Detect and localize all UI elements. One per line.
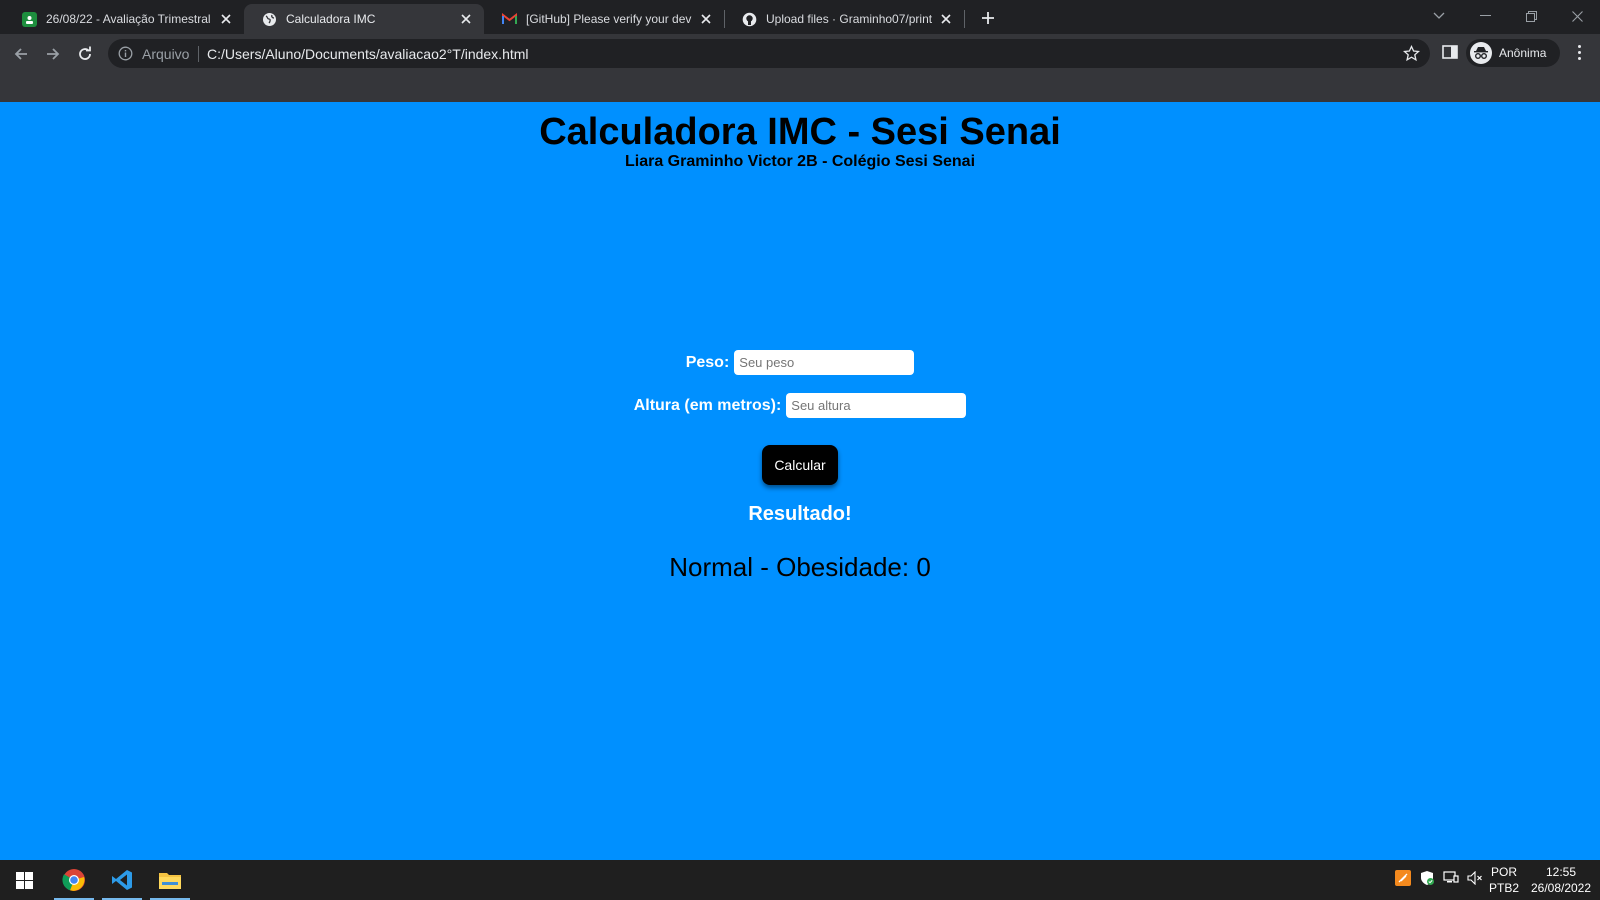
- peso-label: Peso:: [685, 353, 730, 371]
- address-url[interactable]: C:/Users/Aluno/Documents/avaliacao2°T/in…: [207, 46, 529, 62]
- tab-search-chevron-icon[interactable]: [1428, 6, 1450, 26]
- network-icon[interactable]: [1443, 870, 1459, 886]
- profile-label: Anônima: [1499, 46, 1547, 60]
- globe-icon: [262, 12, 277, 27]
- peso-input[interactable]: [734, 350, 915, 375]
- incognito-icon: [1470, 42, 1492, 64]
- address-divider: [198, 46, 199, 62]
- close-icon[interactable]: [218, 11, 234, 27]
- new-tab-plus-icon[interactable]: [977, 7, 999, 29]
- security-shield-icon[interactable]: [1419, 870, 1435, 886]
- gmail-icon: [502, 12, 517, 27]
- tab-github-verify[interactable]: [GitHub] Please verify your devic: [484, 4, 724, 34]
- classroom-icon: [22, 11, 37, 27]
- page-subtitle: Liara Graminho Victor 2B - Colégio Sesi …: [624, 153, 976, 170]
- peso-row: Peso:: [0, 350, 1600, 375]
- clock-date: 26/08/2022: [1530, 881, 1592, 895]
- side-panel-icon[interactable]: [1441, 43, 1459, 61]
- tab-calculadora[interactable]: Calculadora IMC: [244, 4, 484, 34]
- altura-input[interactable]: [786, 393, 967, 418]
- altura-label: Altura (em metros):: [633, 396, 782, 414]
- incognito-profile-button[interactable]: Anônima: [1466, 39, 1560, 67]
- close-icon[interactable]: [938, 11, 954, 27]
- tab-title: 26/08/22 - Avaliação Trimestral -: [46, 12, 212, 26]
- restore-icon[interactable]: [1520, 6, 1542, 26]
- more-menu-icon[interactable]: [1570, 43, 1588, 61]
- tray-app-icon[interactable]: [1395, 870, 1411, 886]
- windows-start-icon[interactable]: [4, 860, 44, 900]
- tab-avaliacao[interactable]: 26/08/22 - Avaliação Trimestral -: [4, 4, 244, 34]
- browser-tab-strip: 26/08/22 - Avaliação Trimestral - Calcul…: [0, 0, 1600, 34]
- minimize-icon[interactable]: [1474, 6, 1496, 26]
- tab-separator: [964, 10, 965, 28]
- language-indicator[interactable]: POR PTB2: [1489, 864, 1519, 896]
- result-value: Normal - Obesidade: 0: [669, 552, 931, 582]
- tab-title: [GitHub] Please verify your devic: [526, 12, 692, 26]
- site-info-icon[interactable]: [118, 46, 133, 61]
- volume-muted-icon[interactable]: [1467, 870, 1483, 886]
- chrome-icon[interactable]: [54, 860, 94, 900]
- vscode-icon[interactable]: [102, 860, 142, 900]
- language-code: POR: [1491, 865, 1518, 879]
- keyboard-layout: PTB2: [1489, 881, 1520, 895]
- github-icon: [742, 12, 757, 27]
- close-icon[interactable]: [458, 11, 474, 27]
- page-title: Calculadora IMC - Sesi Senai: [539, 111, 1061, 153]
- calcular-button[interactable]: Calcular: [762, 445, 838, 485]
- tab-upload-files[interactable]: Upload files · Graminho07/prints: [724, 4, 964, 34]
- tab-title: Calculadora IMC: [286, 12, 376, 26]
- result-title: Resultado!: [748, 503, 852, 525]
- browser-toolbar: Arquivo C:/Users/Aluno/Documents/avaliac…: [0, 34, 1600, 104]
- reload-icon[interactable]: [72, 41, 98, 67]
- windows-taskbar: POR PTB2 12:55 26/08/2022: [0, 860, 1600, 900]
- system-clock[interactable]: 12:55 26/08/2022: [1526, 864, 1596, 896]
- file-explorer-icon[interactable]: [150, 860, 190, 900]
- close-window-icon[interactable]: [1566, 6, 1588, 26]
- close-icon[interactable]: [698, 11, 714, 27]
- tab-title: Upload files · Graminho07/prints: [766, 12, 932, 26]
- address-bar[interactable]: Arquivo C:/Users/Aluno/Documents/avaliac…: [108, 39, 1430, 68]
- clock-time: 12:55: [1545, 865, 1577, 879]
- tab-separator: [724, 10, 725, 28]
- forward-arrow-icon[interactable]: [40, 41, 66, 67]
- back-arrow-icon[interactable]: [8, 41, 34, 67]
- altura-row: Altura (em metros):: [0, 393, 1600, 418]
- page-content: Calculadora IMC - Sesi Senai Liara Grami…: [0, 102, 1600, 860]
- address-scheme-label: Arquivo: [142, 46, 190, 62]
- bookmark-star-icon[interactable]: [1402, 44, 1421, 62]
